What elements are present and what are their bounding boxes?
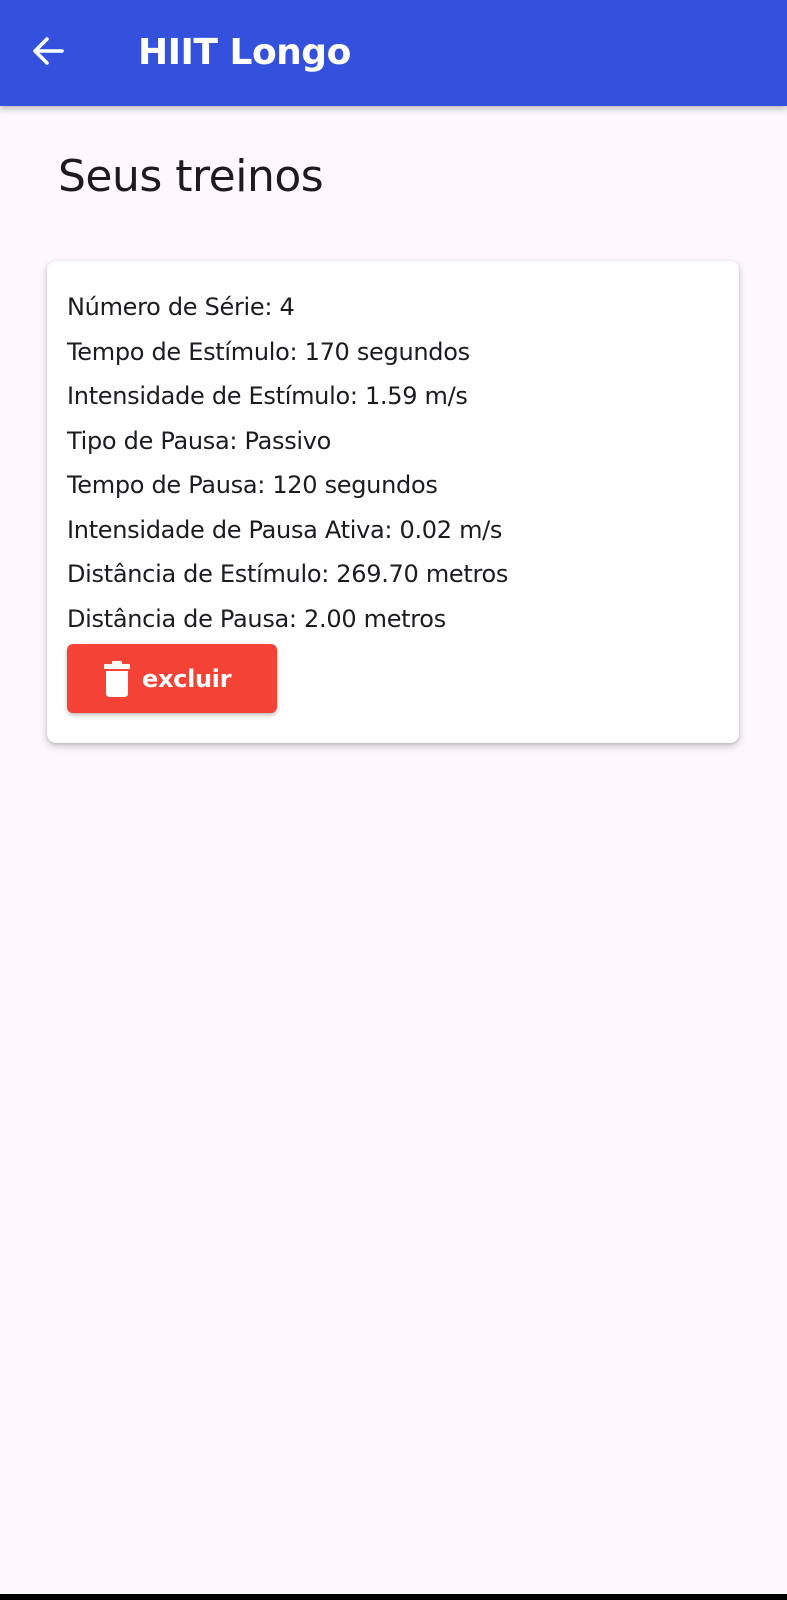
active-pause-intensity: Intensidade de Pausa Ativa: 0.02 m/s xyxy=(67,515,503,544)
pause-distance: Distância de Pausa: 2.00 metros xyxy=(67,604,446,633)
screen-bottom-edge xyxy=(0,1594,787,1600)
pause-type: Tipo de Pausa: Passivo xyxy=(67,426,332,455)
arrow-left-icon xyxy=(31,36,65,70)
stimulus-intensity: Intensidade de Estímulo: 1.59 m/s xyxy=(67,382,468,410)
back-button[interactable] xyxy=(22,27,74,79)
stimulus-distance: Distância de Estímulo: 269.70 metros xyxy=(67,560,509,588)
stimulus-time: Tempo de Estímulo: 170 segundos xyxy=(67,337,470,366)
workout-card: Número de Série: 4 Tempo de Estímulo: 17… xyxy=(47,261,739,743)
delete-button-label: excluir xyxy=(142,664,232,693)
workout-details: Número de Série: 4 Tempo de Estímulo: 17… xyxy=(67,285,508,641)
app-bar: HIIT Longo xyxy=(0,0,787,106)
pause-time: Tempo de Pausa: 120 segundos xyxy=(67,471,438,499)
trash-icon xyxy=(104,660,130,697)
page-title: Seus treinos xyxy=(58,151,324,202)
app-bar-title: HIIT Longo xyxy=(138,32,351,73)
series-number: Número de Série: 4 xyxy=(67,293,295,321)
delete-button[interactable]: excluir xyxy=(67,644,277,713)
